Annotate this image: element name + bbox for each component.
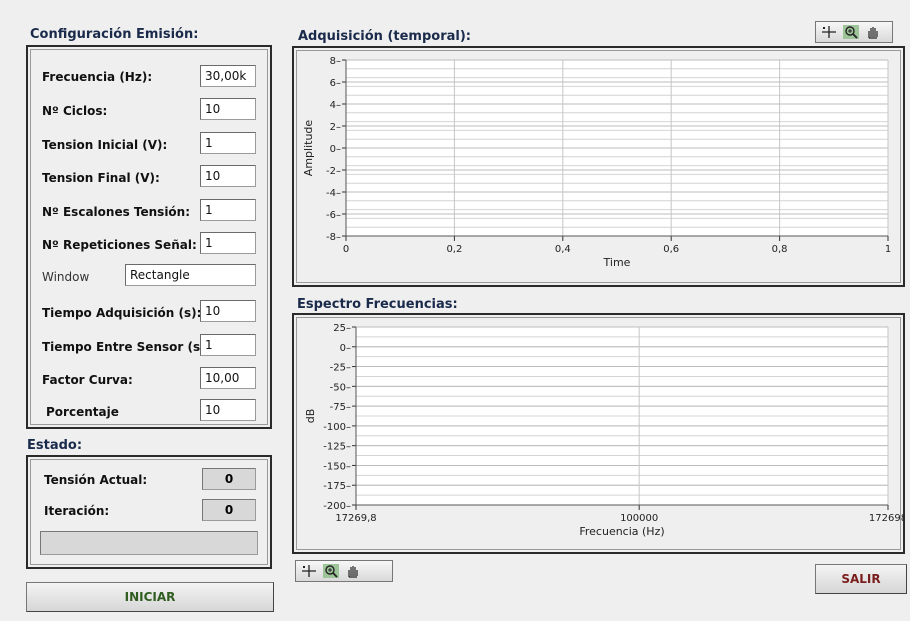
y-tick-label: -150– (323, 461, 351, 472)
x-axis-label: Frecuencia (Hz) (579, 525, 664, 538)
x-axis-label: Time (603, 256, 631, 269)
window-label: Window (42, 270, 90, 284)
tiempo-sensor-label: Tiempo Entre Sensor (s): (42, 340, 211, 354)
x-tick-label: 0,6 (663, 244, 679, 255)
adquisicion-title: Adquisición (temporal): (298, 29, 471, 44)
y-tick-label: 2– (330, 122, 341, 133)
ciclos-input[interactable]: 10 (200, 98, 256, 120)
y-tick-label: 8– (330, 56, 341, 67)
porcentaje-input[interactable]: 10 (200, 399, 256, 421)
tension-actual-label: Tensión Actual: (44, 473, 148, 487)
tiempo-adq-input[interactable]: 10 (200, 300, 256, 322)
x-tick-label: 0 (343, 244, 349, 255)
zoom-icon[interactable] (322, 563, 340, 579)
status-message-field (40, 531, 258, 555)
tension-final-label: Tension Final (V): (42, 171, 160, 185)
y-tick-label: -200– (323, 501, 351, 512)
adquisicion-graph-frame: 8– 6– 4– 2– 0– -2– -4– -6– -8– 0 0,2 0,4 0,6 0,8 1 Time… (292, 46, 905, 287)
adquisicion-chart: 8– 6– 4– 2– 0– -2– -4– -6– -8–0 0,2 0,4 0,6 0,8 1 Time… (302, 56, 891, 269)
hand-pan-icon[interactable] (344, 563, 362, 579)
escalones-input[interactable]: 1 (200, 199, 256, 221)
y-tick-label: -100– (323, 422, 351, 433)
tension-final-input[interactable]: 10 (200, 165, 256, 187)
tension-inicial-input[interactable]: 1 (200, 132, 256, 154)
escalones-label: Nº Escalones Tensión: (42, 205, 191, 219)
hand-pan-icon[interactable] (864, 24, 882, 40)
y-tick-label: -125– (323, 442, 351, 453)
y-tick-label: 0– (340, 343, 351, 354)
x-tick-label: 100000 (620, 513, 658, 524)
iteracion-label: Iteración: (44, 504, 110, 518)
salir-button[interactable]: SALIR (815, 564, 907, 594)
config-title: Configuración Emisión: (30, 27, 199, 42)
x-tick-label: 172698 (869, 513, 903, 524)
y-tick-label: -2– (326, 166, 341, 177)
espectro-title: Espectro Frecuencias: (297, 297, 458, 312)
y-tick-label: -6– (326, 210, 341, 221)
tension-actual-indicator: 0 (202, 468, 256, 490)
window-select[interactable]: Rectangle (125, 264, 256, 286)
y-tick-label: 25– (333, 323, 351, 334)
y-axis-label: dB (304, 409, 317, 424)
espectro-chart: 25– 0– -25– -50– -75– -100– -125– -150– -175– -20… (304, 323, 907, 538)
x-tick-label: 17269,8 (335, 513, 376, 524)
tiempo-adq-label: Tiempo Adquisición (s): (42, 306, 202, 320)
estado-title: Estado: (27, 438, 83, 453)
x-tick-label: 0,4 (555, 244, 571, 255)
x-tick-label: 0,8 (772, 244, 788, 255)
crosshair-icon[interactable] (300, 563, 318, 579)
crosshair-icon[interactable] (820, 24, 838, 40)
y-tick-label: 6– (330, 78, 341, 89)
freq-label: Frecuencia (Hz): (42, 70, 153, 84)
graph-palette-bottom (295, 560, 393, 582)
iniciar-button[interactable]: INICIAR (26, 582, 274, 612)
factor-curva-input[interactable]: 10,00 (200, 367, 256, 389)
x-tick-label: 0,2 (446, 244, 462, 255)
graph-palette-top (815, 21, 893, 43)
y-tick-label: 4– (330, 100, 341, 111)
y-tick-label: -50– (330, 382, 351, 393)
y-tick-label: -8– (326, 232, 341, 243)
porcentaje-label: Porcentaje (46, 405, 119, 419)
iteracion-indicator: 0 (202, 499, 256, 521)
y-axis-label: Amplitude (302, 120, 315, 177)
ciclos-label: Nº Ciclos: (42, 104, 108, 118)
y-tick-label: -75– (330, 402, 351, 413)
y-tick-label: -175– (323, 481, 351, 492)
x-tick-label: 1 (885, 244, 891, 255)
repeticiones-label: Nº Repeticiones Señal: (42, 238, 197, 252)
espectro-graph-frame: 25– 0– -25– -50– -75– -100– -125– -150– -175– -20… (292, 313, 907, 554)
tension-inicial-label: Tension Inicial (V): (42, 138, 168, 152)
repeticiones-input[interactable]: 1 (200, 232, 256, 254)
y-tick-label: -4– (326, 188, 341, 199)
tiempo-sensor-input[interactable]: 1 (200, 334, 256, 356)
factor-curva-label: Factor Curva: (42, 373, 133, 387)
y-tick-label: 0– (330, 144, 341, 155)
zoom-icon[interactable] (842, 24, 860, 40)
y-tick-label: -25– (330, 363, 351, 374)
freq-input[interactable]: 30,00k (200, 65, 256, 87)
